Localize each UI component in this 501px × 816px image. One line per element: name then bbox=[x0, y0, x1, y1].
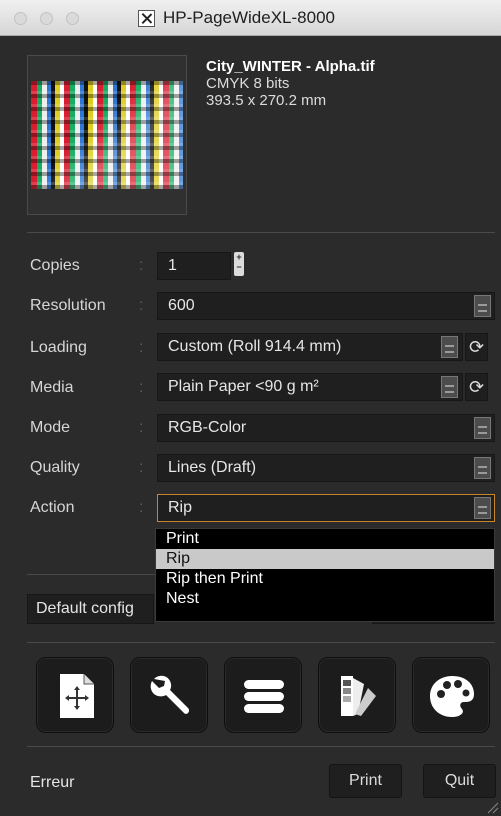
colon: : bbox=[139, 379, 144, 396]
loading-label: Loading bbox=[30, 339, 87, 356]
dropdown-option-nest[interactable]: Nest bbox=[156, 589, 494, 609]
window-title: HP-PageWideXL-8000 bbox=[163, 8, 335, 27]
dropdown-option-rip-then-print[interactable]: Rip then Print bbox=[156, 569, 494, 589]
divider bbox=[27, 746, 495, 747]
action-dropdown-menu[interactable]: Print Rip Rip then Print Nest bbox=[155, 528, 495, 622]
wrench-icon bbox=[150, 675, 190, 714]
window-title-group: HP-PageWideXL-8000 bbox=[138, 8, 335, 28]
dropdown-arrow-icon[interactable] bbox=[474, 457, 491, 479]
x11-app-icon bbox=[138, 9, 155, 27]
colon: : bbox=[139, 339, 144, 356]
status-text: Erreur bbox=[30, 774, 75, 791]
title-bar: HP-PageWideXL-8000 bbox=[0, 0, 501, 36]
config-select[interactable]: Default config bbox=[27, 594, 154, 624]
colon: : bbox=[139, 459, 144, 476]
file-color-mode: CMYK 8 bits bbox=[206, 75, 290, 92]
mode-label: Mode bbox=[30, 419, 71, 436]
mode-select[interactable]: RGB-Color bbox=[157, 414, 495, 442]
resize-grip-icon[interactable] bbox=[485, 800, 499, 814]
minimize-window-button[interactable] bbox=[40, 12, 53, 25]
move-icon bbox=[60, 674, 94, 718]
zoom-window-button[interactable] bbox=[66, 12, 79, 25]
dropdown-arrow-icon[interactable] bbox=[474, 497, 491, 519]
loading-select[interactable]: Custom (Roll 914.4 mm) bbox=[157, 333, 463, 361]
colon: : bbox=[139, 499, 144, 516]
decrement-icon[interactable]: − bbox=[234, 262, 244, 272]
dropdown-option-print[interactable]: Print bbox=[156, 529, 494, 549]
dropdown-arrow-icon[interactable] bbox=[474, 417, 491, 439]
menu-icon bbox=[244, 680, 284, 713]
copies-stepper[interactable]: + − bbox=[234, 252, 244, 276]
resolution-label: Resolution bbox=[30, 297, 106, 314]
queue-button[interactable] bbox=[224, 657, 302, 733]
file-info: City_WINTER - Alpha.tif CMYK 8 bits 393.… bbox=[206, 58, 375, 109]
palette-button[interactable] bbox=[412, 657, 490, 733]
color-swatch-icon bbox=[341, 676, 376, 716]
colon: : bbox=[139, 419, 144, 436]
increment-icon[interactable]: + bbox=[234, 252, 244, 262]
color-profile-button[interactable] bbox=[318, 657, 396, 733]
copies-label: Copies bbox=[30, 257, 80, 274]
dropdown-arrow-icon[interactable] bbox=[474, 295, 491, 317]
quality-label: Quality bbox=[30, 459, 80, 476]
copies-input[interactable]: 1 bbox=[157, 252, 231, 280]
divider bbox=[27, 642, 495, 643]
image-preview bbox=[27, 55, 187, 215]
divider bbox=[27, 232, 495, 233]
resolution-select[interactable]: 600 bbox=[157, 292, 495, 320]
dropdown-option-rip[interactable]: Rip bbox=[156, 549, 494, 569]
quit-button[interactable]: Quit bbox=[423, 764, 496, 798]
refresh-loading-icon[interactable]: ⟳ bbox=[465, 333, 488, 361]
media-select[interactable]: Plain Paper <90 g m² bbox=[157, 373, 463, 401]
dropdown-arrow-icon[interactable] bbox=[441, 376, 458, 398]
layout-button[interactable] bbox=[36, 657, 114, 733]
refresh-media-icon[interactable]: ⟳ bbox=[465, 373, 488, 401]
print-button[interactable]: Print bbox=[329, 764, 402, 798]
media-label: Media bbox=[30, 379, 74, 396]
file-dimensions: 393.5 x 270.2 mm bbox=[206, 92, 327, 109]
colon: : bbox=[139, 297, 144, 314]
dropdown-arrow-icon[interactable] bbox=[441, 336, 458, 358]
colon: : bbox=[139, 257, 144, 274]
image-thumbnail-texture bbox=[31, 81, 183, 189]
quality-select[interactable]: Lines (Draft) bbox=[157, 454, 495, 482]
palette-icon bbox=[430, 676, 474, 717]
action-label: Action bbox=[30, 499, 75, 516]
close-window-button[interactable] bbox=[14, 12, 27, 25]
action-select[interactable]: Rip bbox=[157, 494, 495, 522]
settings-button[interactable] bbox=[130, 657, 208, 733]
file-name: City_WINTER - Alpha.tif bbox=[206, 58, 375, 75]
